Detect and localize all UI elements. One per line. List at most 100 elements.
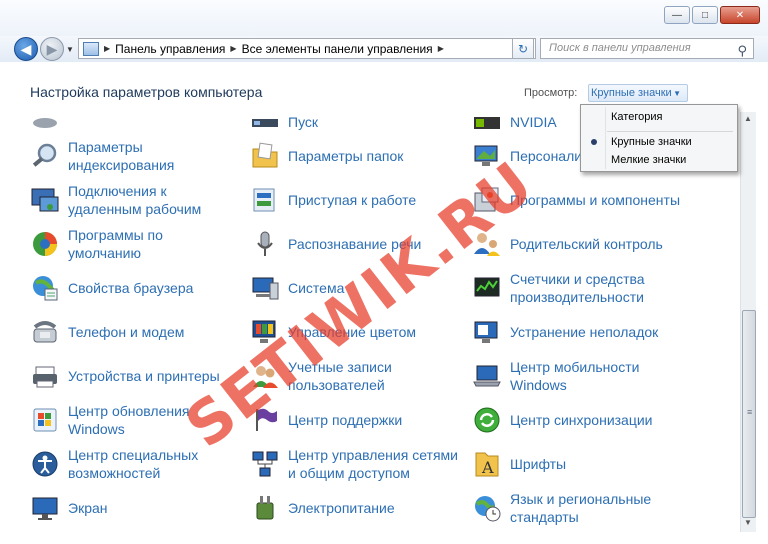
minimize-button[interactable]: — xyxy=(664,6,690,24)
close-button[interactable]: ✕ xyxy=(720,6,760,24)
item-power-options[interactable]: Электропитание xyxy=(250,486,458,530)
item-label: Учетные записи пользователей xyxy=(288,359,392,393)
users-icon xyxy=(253,366,278,388)
item-parental-controls[interactable]: Родительский контроль xyxy=(472,222,680,266)
item-remote-connections[interactable]: Подключения к удаленным рабочим xyxy=(30,178,238,222)
item-browser-properties[interactable]: Свойства браузера xyxy=(30,266,238,310)
scroll-down-icon[interactable]: ▼ xyxy=(744,518,752,527)
getting-started-icon xyxy=(253,188,275,212)
back-button[interactable]: ◀ xyxy=(14,37,38,61)
item-label: Язык и региональные стандарты xyxy=(510,491,652,525)
breadcrumb-all-items[interactable]: Все элементы панели управления xyxy=(242,42,433,56)
monitor-icon xyxy=(32,497,58,520)
svg-text:A: A xyxy=(481,458,494,477)
maximize-button[interactable]: □ xyxy=(692,6,718,24)
item-label: Параметры папок xyxy=(288,148,404,164)
breadcrumb-arrow-icon[interactable]: ▶ xyxy=(438,44,444,53)
menu-item-small-icons[interactable]: Мелкие значки xyxy=(611,154,686,166)
radio-selected-icon xyxy=(591,139,597,145)
view-mode-value: Крупные значки xyxy=(591,87,672,99)
item-label: Телефон и модем xyxy=(68,324,185,340)
default-programs-icon xyxy=(33,232,57,256)
internet-options-icon xyxy=(33,276,58,301)
printer-icon xyxy=(33,366,57,388)
item-region-language[interactable]: Язык и региональные стандарты xyxy=(472,486,680,530)
item-label: Приступая к работе xyxy=(288,192,417,208)
magnifier-icon xyxy=(32,143,57,167)
item-action-center[interactable]: Центр поддержки xyxy=(250,398,458,442)
menu-separator xyxy=(607,131,733,132)
item-label: Экран xyxy=(68,500,108,516)
remote-desktop-icon xyxy=(31,188,59,212)
item-label: Шрифты xyxy=(510,456,567,472)
view-label: Просмотр: xyxy=(524,87,578,99)
item-ease-of-access[interactable]: Центр специальных возможностей xyxy=(30,442,238,486)
breadcrumb-control-panel[interactable]: Панель управления xyxy=(115,42,225,56)
item-folder-options[interactable]: Параметры папок xyxy=(250,134,458,178)
globe-clock-icon xyxy=(475,496,501,522)
item-label: Параметры индексирования xyxy=(68,139,175,173)
item-default-programs[interactable]: Программы по умолчанию xyxy=(30,222,238,266)
item-label: Устранение неполадок xyxy=(510,324,659,340)
sync-icon xyxy=(474,407,500,433)
window-titlebar: — □ ✕ xyxy=(0,0,768,36)
forward-button[interactable]: ▶ xyxy=(40,37,64,61)
item-label: Устройства и принтеры xyxy=(68,368,220,384)
item-sync-center[interactable]: Центр синхронизации xyxy=(472,398,680,442)
item-label: Пуск xyxy=(288,114,319,130)
item-troubleshooting[interactable]: Устранение неполадок xyxy=(472,310,680,354)
personalization-icon xyxy=(474,145,498,166)
item-label: Центр поддержки xyxy=(288,412,403,428)
color-management-icon xyxy=(252,320,276,343)
item-mobility-center[interactable]: Центр мобильности Windows xyxy=(472,354,680,398)
item-indexing-options[interactable]: Параметры индексирования xyxy=(30,134,238,178)
item-speech-recognition[interactable]: Распознавание речи xyxy=(250,222,458,266)
item-label: Центр синхронизации xyxy=(510,412,653,428)
ease-of-access-icon xyxy=(32,451,58,477)
address-bar[interactable]: ▶ Панель управления ▶ Все элементы панел… xyxy=(78,38,536,59)
microphone-icon xyxy=(257,231,273,256)
menu-item-category[interactable]: Категория xyxy=(611,111,662,123)
item-performance-tools[interactable]: Счетчики и средства производительности xyxy=(472,266,680,310)
item-system[interactable]: Система xyxy=(250,266,458,310)
item-devices-printers[interactable]: Устройства и принтеры xyxy=(30,354,238,398)
item-programs-features[interactable]: Программы и компоненты xyxy=(472,178,680,222)
item-label: Свойства браузера xyxy=(68,280,194,296)
menu-item-large-icons[interactable]: Крупные значки xyxy=(611,136,692,148)
item-label: Программы и компоненты xyxy=(510,192,681,208)
vertical-scrollbar[interactable]: ▲ ≡ ▼ xyxy=(740,112,756,532)
programs-icon xyxy=(474,187,499,212)
menu-gutter xyxy=(605,107,606,169)
search-input[interactable]: Поиск в панели управления ⚲ xyxy=(540,38,754,59)
view-mode-select[interactable]: Крупные значки ▼ xyxy=(588,84,688,102)
scrollbar-thumb[interactable]: ≡ xyxy=(742,310,756,518)
laptop-icon xyxy=(473,365,501,387)
chevron-down-icon: ▼ xyxy=(673,89,681,98)
troubleshooting-icon xyxy=(474,321,498,343)
item-network-sharing-center[interactable]: Центр управления сетями и общим доступом xyxy=(250,442,458,486)
navigation-bar: ◀ ▶ ▼ ▶ Панель управления ▶ Все элементы… xyxy=(0,36,768,62)
item-fonts[interactable]: A Шрифты xyxy=(472,442,680,486)
item-phone-modem[interactable]: Телефон и модем xyxy=(30,310,238,354)
item-windows-update[interactable]: Центр обновления Windows xyxy=(30,398,238,442)
item-display[interactable]: Экран xyxy=(30,486,238,530)
breadcrumb-arrow-icon[interactable]: ▶ xyxy=(104,44,110,53)
flag-icon xyxy=(256,408,277,431)
page-title: Настройка параметров компьютера xyxy=(30,84,263,100)
window-controls: — □ ✕ xyxy=(664,6,760,24)
recent-pages-chevron-icon[interactable]: ▼ xyxy=(66,45,74,54)
item-user-accounts[interactable]: Учетные записи пользователей xyxy=(250,354,458,398)
item-label: Электропитание xyxy=(288,500,395,516)
phone-icon xyxy=(33,321,57,343)
refresh-button[interactable]: ↻ xyxy=(512,38,534,59)
search-placeholder: Поиск в панели управления xyxy=(549,42,691,54)
item-label: Центр мобильности Windows xyxy=(510,359,640,393)
item-getting-started[interactable]: Приступая к работе xyxy=(250,178,458,222)
search-icon[interactable]: ⚲ xyxy=(737,41,747,60)
computer-icon xyxy=(252,277,279,300)
windows-update-icon xyxy=(33,408,57,432)
scroll-up-icon[interactable]: ▲ xyxy=(744,114,752,123)
item-color-management[interactable]: Управление цветом xyxy=(250,310,458,354)
item-label: Система xyxy=(288,280,345,296)
breadcrumb-arrow-icon[interactable]: ▶ xyxy=(230,44,236,53)
